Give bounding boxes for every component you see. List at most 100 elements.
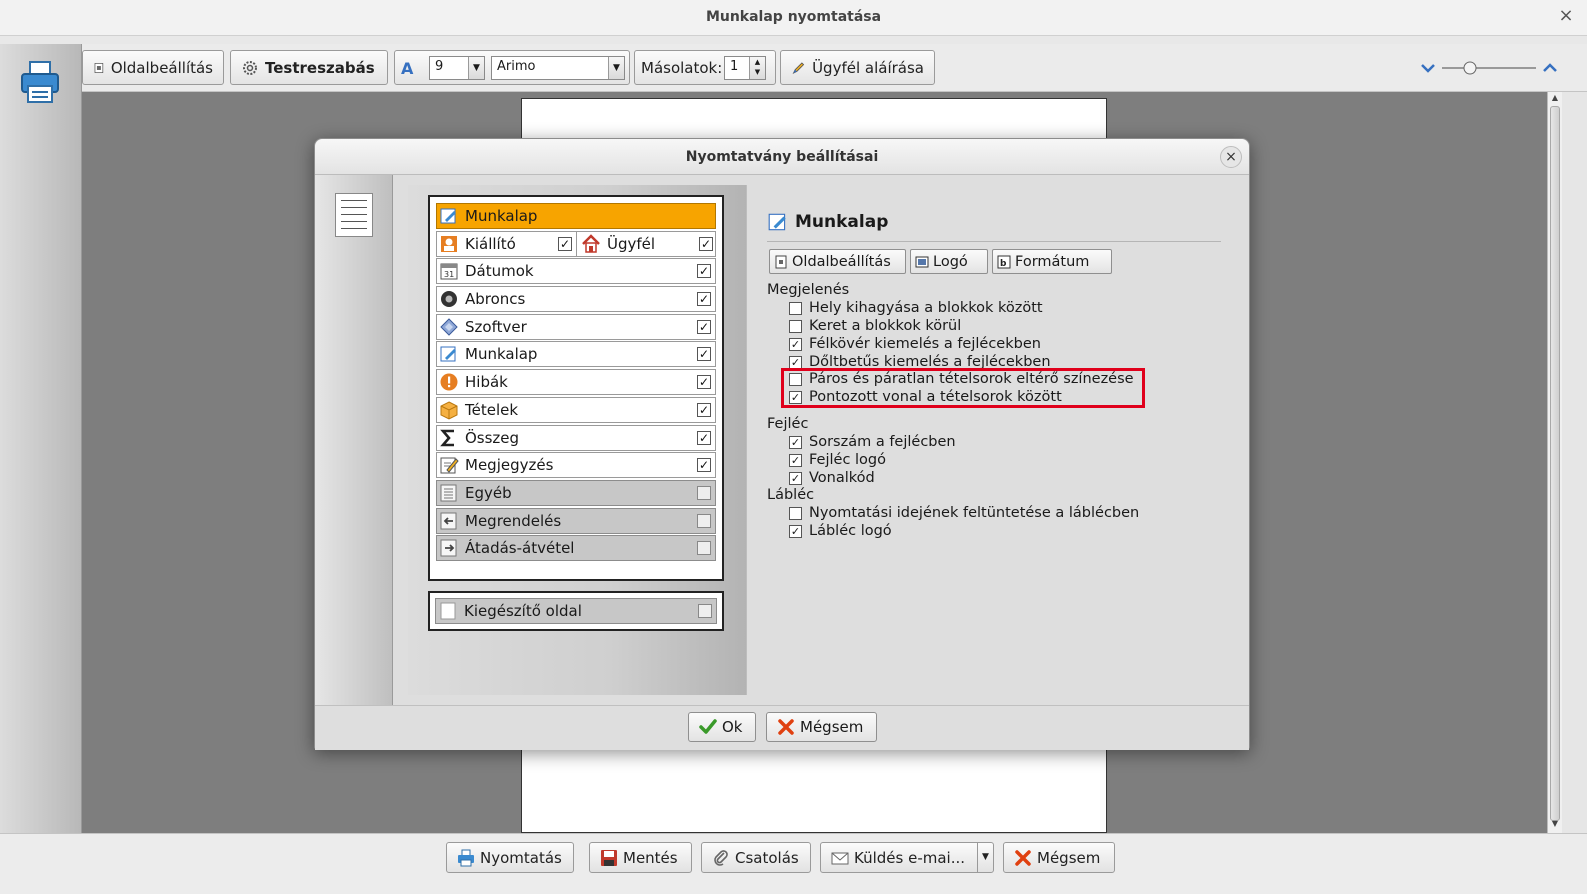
section-row-worksheet[interactable]: Munkalap ✓ bbox=[436, 341, 716, 368]
customize-button[interactable]: Testreszabás bbox=[230, 50, 388, 85]
section-label: Munkalap bbox=[465, 345, 538, 364]
section-label: Hibák bbox=[465, 373, 508, 392]
section-checkbox[interactable]: ✓ bbox=[697, 402, 711, 417]
send-email-label: Küldés e-mai... bbox=[854, 848, 966, 867]
section-label: Megjegyzés bbox=[465, 456, 554, 475]
ok-button[interactable]: Ok bbox=[688, 712, 756, 742]
option-skip-space[interactable]: Hely kihagyása a blokkok között bbox=[789, 300, 1043, 316]
scroll-up-icon[interactable]: ▲ bbox=[1548, 93, 1562, 105]
print-button[interactable]: Nyomtatás bbox=[446, 842, 574, 873]
extra-page-checkbox[interactable] bbox=[698, 604, 712, 618]
dialog-cancel-button[interactable]: Mégsem bbox=[766, 712, 877, 742]
checkbox[interactable]: ✓ bbox=[789, 524, 802, 538]
option-print-time-footer[interactable]: Nyomtatási idejének feltüntetése a láblé… bbox=[789, 505, 1139, 521]
client-checkbox[interactable]: ✓ bbox=[699, 236, 713, 251]
window-close-icon[interactable]: × bbox=[1555, 5, 1577, 26]
section-row-order[interactable]: Megrendelés bbox=[436, 507, 716, 534]
issuer-checkbox[interactable]: ✓ bbox=[558, 236, 572, 251]
section-row-software[interactable]: Szoftver ✓ bbox=[436, 313, 716, 340]
save-button[interactable]: Mentés bbox=[589, 842, 692, 873]
floppy-icon bbox=[601, 849, 617, 866]
option-serial-in-header[interactable]: ✓ Sorszám a fejlécben bbox=[789, 434, 956, 450]
zoom-out-icon bbox=[1421, 64, 1435, 73]
cancel-button[interactable]: Mégsem bbox=[1003, 842, 1115, 873]
section-row-errors[interactable]: Hibák ✓ bbox=[436, 369, 716, 396]
section-checkbox[interactable]: ✓ bbox=[697, 319, 711, 334]
section-checkbox[interactable]: ✓ bbox=[697, 347, 711, 362]
send-email-button[interactable]: Küldés e-mai... ▼ bbox=[820, 842, 994, 873]
list-icon bbox=[440, 484, 457, 502]
stepper-arrows-icon[interactable]: ▲ ▼ bbox=[749, 57, 765, 79]
section-row-other[interactable]: Egyéb bbox=[436, 479, 716, 506]
checkbox[interactable]: ✓ bbox=[789, 453, 802, 467]
font-name-select[interactable]: Arimo ▼ bbox=[491, 56, 625, 80]
panel-format-button[interactable]: b Formátum bbox=[992, 249, 1112, 274]
checkmark-icon bbox=[699, 719, 717, 734]
client-sign-button[interactable]: Ügyfél aláírása bbox=[780, 50, 935, 85]
group-footer-label: Lábléc bbox=[767, 487, 815, 503]
option-barcode[interactable]: ✓ Vonalkód bbox=[789, 470, 875, 486]
option-bold-headers[interactable]: ✓ Félkövér kiemelés a fejlécekben bbox=[789, 336, 1041, 352]
checkbox[interactable] bbox=[789, 319, 802, 333]
section-checkbox[interactable]: ✓ bbox=[697, 375, 711, 390]
note-icon bbox=[440, 457, 459, 474]
dialog-footer: Ok Mégsem bbox=[315, 705, 1249, 750]
dialog-close-icon[interactable]: × bbox=[1220, 146, 1242, 168]
scroll-down-icon[interactable]: ▼ bbox=[1548, 819, 1562, 831]
issuer-icon bbox=[441, 235, 457, 252]
panel-page-setup-button[interactable]: Oldalbeállítás bbox=[769, 249, 906, 274]
section-row-note[interactable]: Megjegyzés ✓ bbox=[436, 452, 716, 479]
section-row-dates[interactable]: 31 Dátumok ✓ bbox=[436, 258, 716, 285]
checkbox[interactable]: ✓ bbox=[789, 337, 802, 351]
checkbox[interactable]: ✓ bbox=[789, 355, 802, 369]
dialog-left-strip bbox=[315, 175, 393, 705]
panel-logo-button[interactable]: Logó bbox=[910, 249, 988, 274]
extra-page-row[interactable]: Kiegészítő oldal bbox=[435, 598, 717, 624]
section-label: Munkalap bbox=[465, 207, 538, 225]
copies-stepper[interactable]: 1 ▲ ▼ bbox=[724, 56, 766, 80]
panel-format-label: Formátum bbox=[1015, 253, 1090, 270]
section-row-items[interactable]: Tételek ✓ bbox=[436, 396, 716, 423]
option-label: Hely kihagyása a blokkok között bbox=[809, 300, 1043, 316]
checkbox[interactable] bbox=[789, 506, 802, 520]
page-setup-button[interactable]: Oldalbeállítás bbox=[82, 50, 224, 85]
option-label: Nyomtatási idejének feltüntetése a láblé… bbox=[809, 505, 1140, 521]
checkbox[interactable]: ✓ bbox=[789, 471, 802, 485]
checkbox[interactable] bbox=[789, 301, 802, 315]
chevron-down-icon[interactable]: ▼ bbox=[977, 843, 993, 872]
zoom-slider[interactable] bbox=[1420, 58, 1560, 78]
section-issuer[interactable]: Kiállító ✓ bbox=[437, 231, 577, 256]
vertical-scrollbar[interactable]: ▲ ▼ bbox=[1547, 92, 1562, 833]
scrollbar-thumb[interactable] bbox=[1550, 106, 1560, 821]
section-client[interactable]: Ügyfél ✓ bbox=[579, 232, 717, 256]
image-icon bbox=[915, 256, 929, 267]
section-checkbox[interactable] bbox=[697, 541, 711, 556]
cancel-label: Mégsem bbox=[1037, 848, 1101, 867]
section-row-munkalap-selected[interactable]: Munkalap bbox=[436, 203, 716, 229]
section-checkbox[interactable]: ✓ bbox=[697, 430, 711, 445]
chevron-down-icon: ▼ bbox=[468, 57, 484, 79]
right-pad bbox=[1562, 92, 1587, 833]
option-block-border[interactable]: Keret a blokkok körül bbox=[789, 318, 961, 334]
section-row-tires[interactable]: Abroncs ✓ bbox=[436, 286, 716, 313]
order-icon bbox=[440, 512, 457, 530]
option-footer-logo[interactable]: ✓ Lábléc logó bbox=[789, 523, 892, 539]
section-checkbox[interactable] bbox=[697, 485, 711, 500]
calendar-icon: 31 bbox=[440, 263, 458, 280]
printer-icon bbox=[21, 61, 59, 103]
svg-text:b: b bbox=[1000, 259, 1007, 269]
section-checkbox[interactable]: ✓ bbox=[697, 458, 711, 473]
attach-button[interactable]: Csatolás bbox=[701, 842, 811, 873]
section-row-handover[interactable]: Átadás-átvétel bbox=[436, 535, 716, 562]
section-row-issuer-client: Kiállító ✓ Ügyfél ✓ bbox=[436, 230, 717, 257]
section-checkbox[interactable] bbox=[697, 513, 711, 528]
dialog-body: Munkalap Kiállító ✓ Ügyfél ✓ 31 Dátumok … bbox=[315, 175, 1249, 705]
section-checkbox[interactable]: ✓ bbox=[697, 264, 711, 279]
font-size-select[interactable]: 9 ▼ bbox=[429, 56, 485, 80]
checkbox[interactable]: ✓ bbox=[789, 435, 802, 449]
highlight-box bbox=[781, 368, 1145, 408]
section-row-total[interactable]: Összeg ✓ bbox=[436, 424, 716, 451]
option-header-logo[interactable]: ✓ Fejléc logó bbox=[789, 452, 886, 468]
section-checkbox[interactable]: ✓ bbox=[697, 292, 711, 307]
client-sign-label: Ügyfél aláírása bbox=[812, 58, 924, 77]
